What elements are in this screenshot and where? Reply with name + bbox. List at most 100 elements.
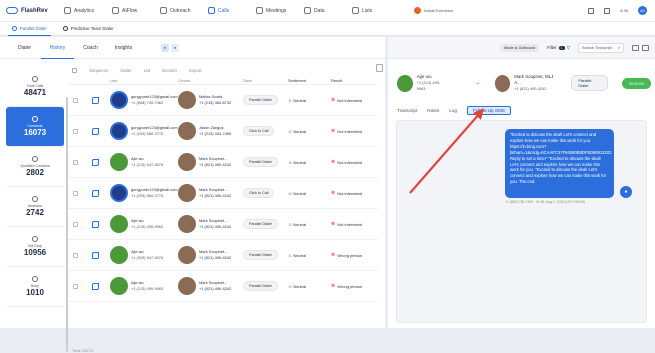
table-row[interactable]: gongyuner123@gmail.com +1 (209) 560-3775 J… (68, 116, 378, 147)
person-view-icon[interactable]: ● (161, 43, 169, 52)
nav-data[interactable]: Data (304, 7, 352, 14)
sequence-button[interactable]: Sequence (89, 68, 108, 73)
sentiment-text: Neutral (293, 252, 307, 258)
stat-card[interactable]: VM Drop 10956 (6, 227, 64, 267)
grid-view-icon[interactable] (642, 44, 649, 51)
user-phone: +1 (213) 490-9963 (131, 224, 164, 229)
tab-log[interactable]: Log (449, 108, 457, 113)
nav-meetings[interactable]: Meetings (256, 7, 304, 14)
stat-icon (32, 156, 38, 162)
nav-lists[interactable]: Lists (352, 7, 400, 14)
app-logo[interactable]: FlashRev (6, 7, 64, 14)
phone-icon[interactable] (91, 127, 99, 135)
user-phone: +1 (929) 547-4576 (131, 255, 164, 260)
nav-outreach[interactable]: Outreach (160, 7, 208, 14)
user-avatar[interactable]: xD (638, 6, 647, 15)
column-settings-icon[interactable] (376, 64, 383, 72)
row-checkbox[interactable] (73, 221, 78, 227)
tab-transcript[interactable]: Transcript (397, 108, 417, 113)
callee-name[interactable]: Mark Soupinet, MLJ A... (514, 74, 557, 86)
booster-button[interactable]: Booster (162, 68, 177, 73)
detail-tabs: Transcript Notes Log Follow-Up SMS (392, 104, 511, 116)
transcript-search-input[interactable]: Search Transcript ⌕ (578, 42, 624, 53)
callee-info: Mark Soupinet, MLJ A... +1 (521) 490-4242 (514, 74, 557, 92)
dialer-button[interactable]: Dialer (120, 68, 131, 73)
tab-label: Predictive Team Dialer (70, 26, 114, 31)
stat-card[interactable]: Busy 1010 (6, 267, 64, 307)
user-phone: +1 (209) 560-3775 (131, 193, 164, 198)
stat-card[interactable]: Qualified Contacts 2802 (6, 147, 64, 187)
nav-label: Lists (362, 7, 373, 14)
user-avatar (110, 215, 128, 233)
nav-analytics[interactable]: Analytics (64, 7, 112, 14)
col-user: User (110, 78, 118, 83)
row-checkbox[interactable] (73, 252, 78, 258)
callee-phone: +1 (521) 490-4242 (514, 86, 547, 91)
export-button[interactable]: Export (189, 68, 201, 73)
nav-aiflow[interactable]: AIFlow (112, 7, 160, 14)
history-table: Sequence Dialer List Booster Export User… (68, 64, 378, 302)
install-extension-link[interactable]: Install Extension (414, 7, 453, 14)
phone-icon[interactable] (91, 220, 99, 228)
user-phone: +1 (608) 749-7462 (131, 100, 164, 105)
stat-card[interactable]: Connects 16073 (6, 107, 64, 147)
contact-avatar (178, 277, 196, 295)
tab-parallel-dialer[interactable]: Parallel Dialer (8, 22, 51, 36)
tab-dialer[interactable]: Dialer (8, 37, 41, 59)
user-avatar (110, 91, 128, 109)
table-row[interactable]: gongyuner123@gmail.com +1 (608) 749-7462 M… (68, 85, 378, 116)
sms-bubble: "Excited to discuss the deal! Let's conn… (505, 129, 614, 198)
stat-value: 1010 (26, 288, 44, 297)
phone-icon[interactable] (91, 282, 99, 290)
logo-icon (6, 7, 18, 14)
sms-panel: "Excited to discuss the deal! Let's conn… (396, 120, 647, 323)
table-row[interactable]: Ajie wu +1 (213) 547-4576 Mark Soupinet...… (68, 147, 378, 178)
call-timer[interactable]: 00:00:04 (621, 77, 652, 89)
result-text: Not interested (337, 159, 363, 165)
table-header: User Contact Dialer Sentiment Result (68, 77, 378, 85)
sentiment-text: Neutral (293, 190, 307, 196)
tab-predictive-team-dialer[interactable]: Predictive Team Dialer (59, 22, 118, 36)
phone-icon[interactable] (91, 96, 99, 104)
dialer-pill: Parallel Dialer (243, 281, 278, 291)
sentiment-text: Neutral (293, 97, 307, 103)
user-phone: +1 (213) 547-4576 (131, 162, 164, 167)
filter-button[interactable]: Filter 1 ▽ (547, 45, 570, 51)
nav-label: Calls (218, 7, 230, 14)
sub-nav: Parallel Dialer Predictive Team Dialer (0, 22, 655, 36)
table-row[interactable]: Ajie wu +1 (213) 490-9963 Mark Soupinet...… (68, 209, 378, 240)
phone-icon[interactable] (91, 251, 99, 259)
contact-phone: +1 (521) 490-4242 (199, 286, 232, 291)
table-row[interactable]: Ajie wu +1 (929) 547-4576 Mark Soupinet...… (68, 240, 378, 271)
row-checkbox[interactable] (73, 159, 78, 165)
table-row[interactable]: gongyuner123@gmail.com +1 (209) 560-3775 M… (68, 178, 378, 209)
tab-follow-up-sms[interactable]: Follow-Up SMS (466, 105, 511, 115)
help-icon[interactable] (604, 7, 611, 14)
bell-icon[interactable] (588, 7, 595, 14)
dialer-pill: Parallel Dialer (243, 157, 278, 167)
filter-count: 1 (558, 45, 565, 50)
search-icon: ⌕ (617, 45, 620, 50)
row-checkbox[interactable] (73, 97, 78, 103)
table-row[interactable]: Ajie wu +1 (213) 490-9963 Mark Soupinet...… (68, 271, 378, 302)
team-view-icon[interactable]: ● (171, 43, 179, 52)
row-checkbox[interactable] (73, 128, 78, 134)
row-checkbox[interactable] (73, 283, 78, 289)
stat-card[interactable]: Abandon 2742 (6, 187, 64, 227)
tab-coach[interactable]: Coach (74, 37, 107, 59)
tab-insights[interactable]: Insights (107, 37, 140, 59)
tab-notes[interactable]: Notes (427, 108, 439, 113)
list-view-icon[interactable] (632, 44, 639, 51)
phone-icon[interactable] (91, 158, 99, 166)
phone-icon[interactable] (91, 189, 99, 197)
nav-calls[interactable]: Calls (208, 7, 256, 14)
stat-card[interactable]: Total Calls 48471 (6, 67, 64, 107)
tab-history[interactable]: History (41, 37, 74, 59)
row-checkbox[interactable] (73, 190, 78, 196)
contact-avatar (178, 153, 196, 171)
stat-value: 16073 (23, 128, 47, 137)
select-all-checkbox[interactable] (72, 68, 77, 73)
list-button[interactable]: List (144, 68, 151, 73)
x-icon: ⊗ (331, 159, 336, 165)
result-text: Not interested (337, 190, 363, 196)
